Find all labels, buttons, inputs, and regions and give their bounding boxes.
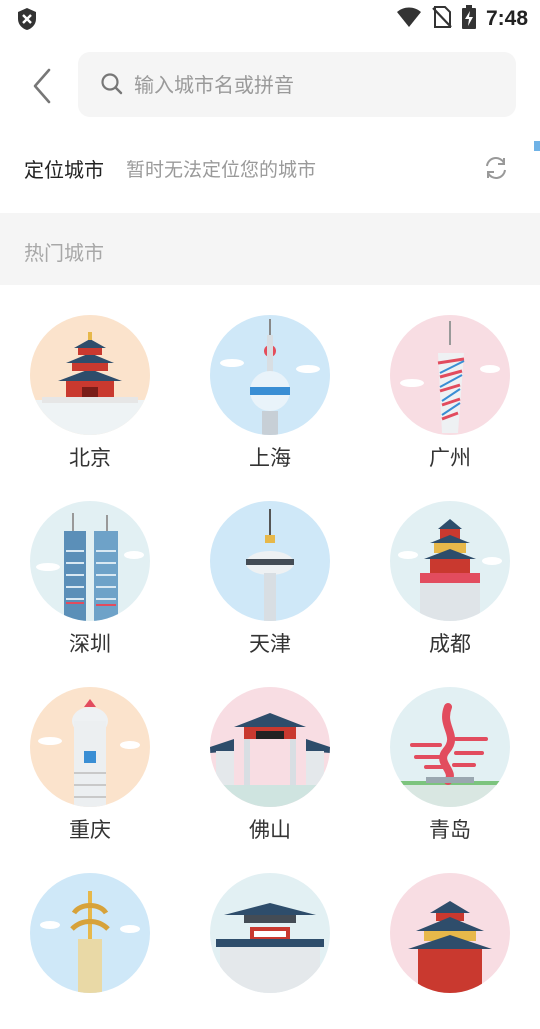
city-chongqing[interactable]: 重庆 xyxy=(0,657,180,843)
city-name: 广州 xyxy=(429,446,471,470)
status-time: 7:48 xyxy=(485,7,528,30)
city-shenzhen[interactable]: 深圳 xyxy=(0,471,180,657)
refresh-button[interactable] xyxy=(482,154,510,182)
search-input[interactable] xyxy=(134,66,494,104)
chengdu-landmark-image xyxy=(390,501,510,621)
city-tianjin[interactable]: 天津 xyxy=(180,471,360,657)
guangzhou-landmark-image xyxy=(390,315,510,435)
qingdao-landmark-image xyxy=(390,687,510,807)
landmark-image xyxy=(390,873,510,993)
scroll-indicator xyxy=(534,141,540,151)
chevron-left-icon xyxy=(33,68,51,104)
shanghai-landmark-image xyxy=(210,315,330,435)
search-box[interactable] xyxy=(78,52,516,117)
shield-icon xyxy=(16,7,38,35)
city-name: 成都 xyxy=(429,632,471,656)
hot-cities-title: 热门城市 xyxy=(24,241,104,265)
locate-status: 暂时无法定位您的城市 xyxy=(126,159,317,181)
status-bar: 7:48 xyxy=(0,0,540,38)
city-item-11[interactable] xyxy=(180,843,360,1029)
wifi-icon xyxy=(396,6,422,32)
search-icon xyxy=(101,73,123,95)
city-grid: 北京 上海 广州 深圳 天津 成都 重庆 佛山 青岛 xyxy=(0,285,540,993)
landmark-image xyxy=(210,873,330,993)
battery-charging-icon xyxy=(461,5,476,33)
city-name: 北京 xyxy=(69,446,111,470)
landmark-image xyxy=(30,873,150,993)
header xyxy=(0,52,540,118)
hot-cities-header: 热门城市 xyxy=(0,213,540,285)
chongqing-landmark-image xyxy=(30,687,150,807)
refresh-icon xyxy=(486,157,506,179)
city-item-12[interactable] xyxy=(360,843,540,1029)
beijing-landmark-image xyxy=(30,315,150,435)
city-guangzhou[interactable]: 广州 xyxy=(360,285,540,471)
city-name: 重庆 xyxy=(69,818,111,842)
back-button[interactable] xyxy=(26,66,58,106)
locate-row: 定位城市 暂时无法定位您的城市 xyxy=(0,140,540,196)
no-sim-icon xyxy=(432,5,452,33)
city-name: 天津 xyxy=(249,632,291,656)
city-name: 上海 xyxy=(249,446,291,470)
tianjin-landmark-image xyxy=(210,501,330,621)
shenzhen-landmark-image xyxy=(30,501,150,621)
locate-title: 定位城市 xyxy=(24,158,104,182)
foshan-landmark-image xyxy=(210,687,330,807)
city-foshan[interactable]: 佛山 xyxy=(180,657,360,843)
city-name: 深圳 xyxy=(69,632,111,656)
city-shanghai[interactable]: 上海 xyxy=(180,285,360,471)
city-chengdu[interactable]: 成都 xyxy=(360,471,540,657)
city-name: 佛山 xyxy=(249,818,291,842)
city-beijing[interactable]: 北京 xyxy=(0,285,180,471)
city-item-10[interactable] xyxy=(0,843,180,1029)
city-qingdao[interactable]: 青岛 xyxy=(360,657,540,843)
city-name: 青岛 xyxy=(429,818,471,842)
